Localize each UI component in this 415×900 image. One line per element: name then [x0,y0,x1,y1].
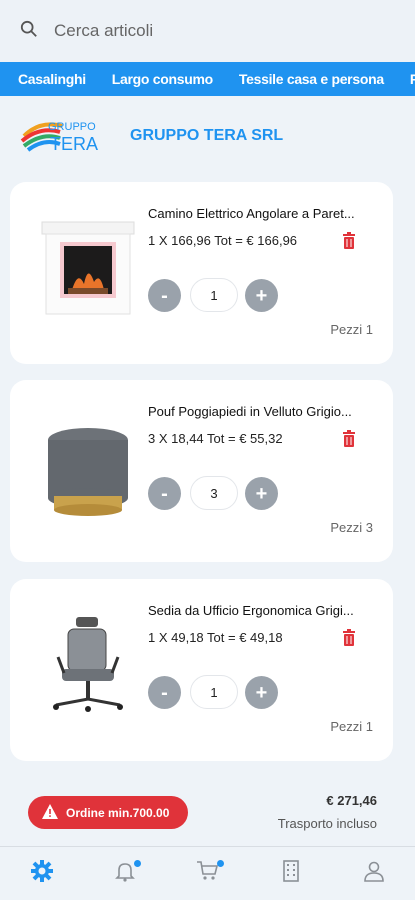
nav-notifications[interactable] [105,854,145,894]
product-price-line: 3 X 18,44 Tot = € 55,32 [148,431,283,446]
trash-icon[interactable] [341,232,357,249]
company-name: GRUPPO TERA SRL [130,127,284,144]
bottom-nav [0,846,415,900]
building-icon [279,859,303,888]
user-icon [362,859,386,888]
min-order-badge: Ordine min.700.00 [28,796,188,829]
product-title[interactable]: Sedia da Ufficio Ergonomica Grigi... [148,603,383,618]
increase-quantity-button[interactable]: + [245,676,278,709]
bell-icon [113,859,137,888]
cart-icon [196,859,220,888]
pieces-count: Pezzi 1 [330,322,373,337]
search-input[interactable] [54,21,374,41]
notification-dot [133,859,141,867]
pieces-count: Pezzi 1 [330,719,373,734]
cart-item: Sedia da Ufficio Ergonomica Grigi... 1 X… [10,579,393,761]
product-image-fireplace [32,212,144,324]
nav-settings[interactable] [22,854,62,894]
cart-item: Pouf Poggiapiedi in Velluto Grigio... 3 … [10,380,393,562]
product-title[interactable]: Pouf Poggiapiedi in Velluto Grigio... [148,404,383,419]
increase-quantity-button[interactable]: + [245,279,278,312]
svg-text:GRUPPO: GRUPPO [48,121,96,133]
nav-cart[interactable] [188,854,228,894]
gear-icon [30,859,54,888]
trash-icon[interactable] [341,430,357,447]
category-largo-consumo[interactable]: Largo consumo [112,71,213,87]
decrease-quantity-button[interactable]: - [148,477,181,510]
cart-item: Camino Elettrico Angolare a Paret... 1 X… [10,182,393,364]
category-bar: Casalinghi Largo consumo Tessile casa e … [0,62,415,96]
cart-dot [216,859,224,867]
transport-note: Trasporto incluso [277,816,377,831]
product-price-line: 1 X 166,96 Tot = € 166,96 [148,233,298,248]
product-title[interactable]: Camino Elettrico Angolare a Paret... [148,206,383,221]
svg-text:TERA: TERA [50,134,98,154]
cart-total: € 271,46 [326,793,377,808]
nav-company[interactable] [271,854,311,894]
trash-icon[interactable] [341,629,357,646]
category-next[interactable]: Pr [410,71,415,87]
search-bar[interactable] [0,0,415,62]
category-tessile[interactable]: Tessile casa e persona [239,71,384,87]
warning-icon [42,803,66,822]
search-icon [20,20,38,43]
increase-quantity-button[interactable]: + [245,477,278,510]
quantity-field[interactable]: 1 [190,675,238,709]
pieces-count: Pezzi 3 [330,520,373,535]
decrease-quantity-button[interactable]: - [148,676,181,709]
company-header: GRUPPO TERA GRUPPO TERA SRL [20,116,400,156]
product-image-pouf [32,410,144,522]
nav-profile[interactable] [354,854,394,894]
quantity-field[interactable]: 1 [190,278,238,312]
quantity-field[interactable]: 3 [190,476,238,510]
product-image-office-chair [32,609,144,721]
decrease-quantity-button[interactable]: - [148,279,181,312]
product-price-line: 1 X 49,18 Tot = € 49,18 [148,630,283,645]
company-logo: GRUPPO TERA [20,116,110,156]
category-casalinghi[interactable]: Casalinghi [18,71,86,87]
min-order-label: Ordine min.700.00 [66,805,170,820]
